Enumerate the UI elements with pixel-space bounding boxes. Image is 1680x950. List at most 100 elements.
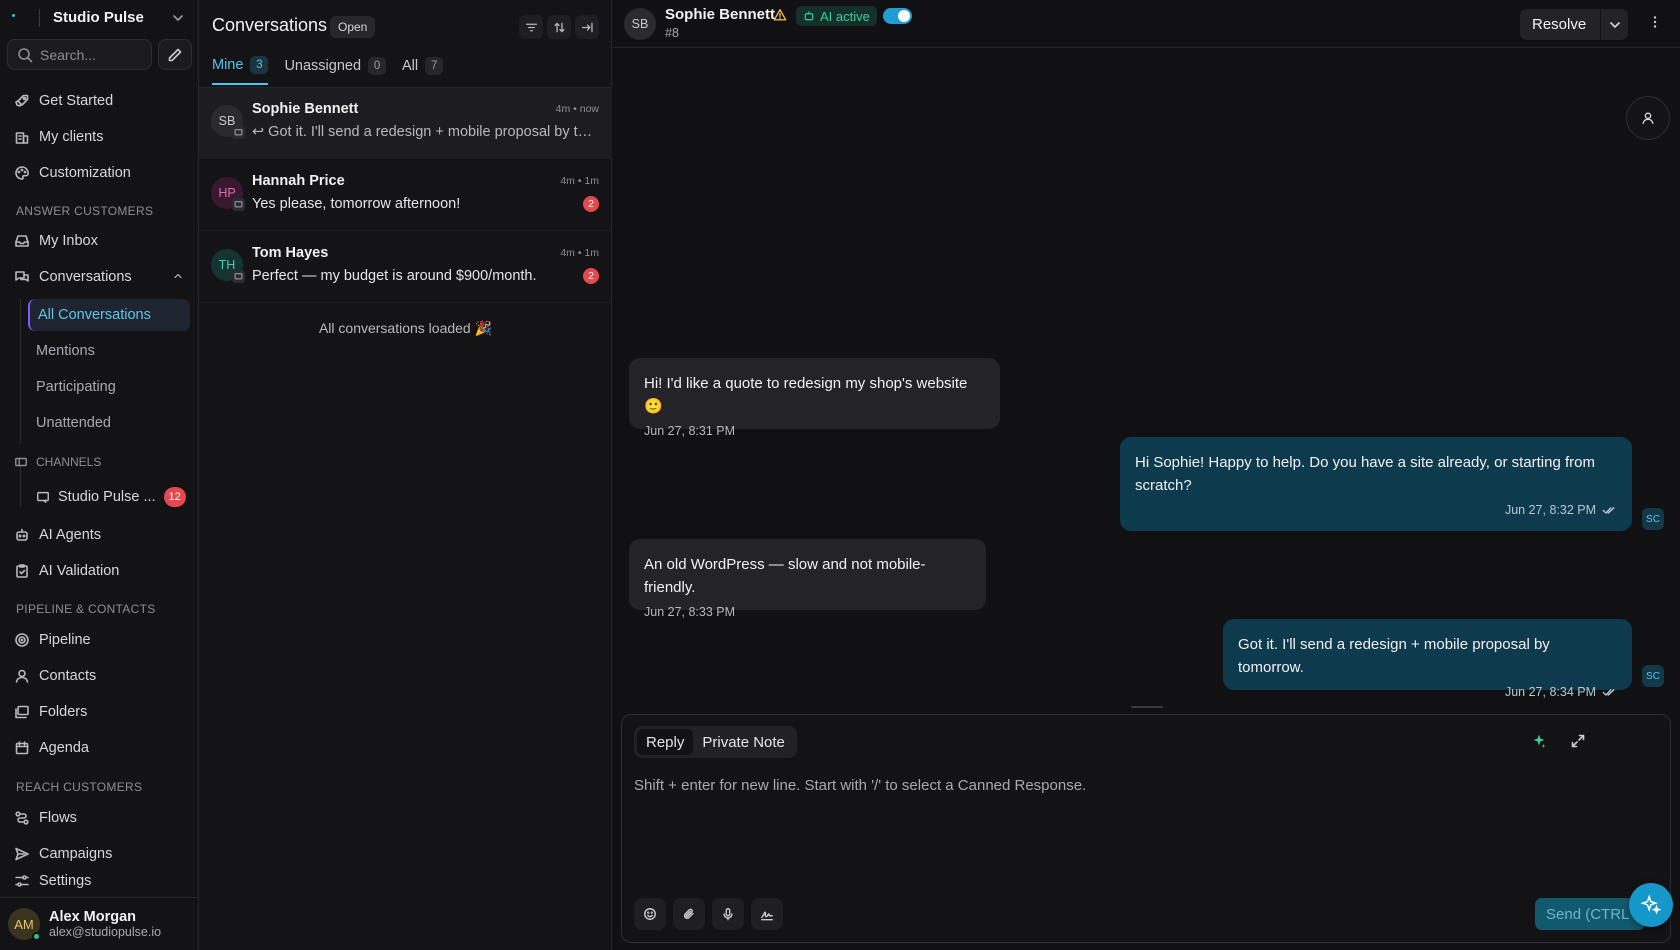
filter-button[interactable]: [519, 15, 543, 39]
nav-mentions[interactable]: Mentions: [28, 335, 190, 367]
conversation-item-hannah-price[interactable]: HP Hannah Price 4m • 1m Yes please, tomo…: [199, 160, 612, 231]
conversation-id: #8: [665, 26, 679, 40]
message-text: Hi Sophie! Happy to help. Do you have a …: [1135, 454, 1595, 494]
toggle-knob: [898, 10, 910, 22]
section-reach-customers: REACH CUSTOMERS: [16, 780, 143, 794]
section-channels: CHANNELS: [14, 447, 101, 477]
nav-contacts[interactable]: Contacts: [14, 661, 96, 691]
nav-ai-validation[interactable]: AI Validation: [14, 556, 119, 586]
message-incoming: An old WordPress — slow and not mobile-f…: [629, 539, 986, 619]
clipboard-check-icon: [14, 563, 30, 579]
nav-my-clients[interactable]: My clients: [14, 122, 103, 152]
tab-mine[interactable]: Mine 3: [212, 56, 269, 85]
private-note-option[interactable]: Private Note: [693, 729, 794, 755]
nav-label: Pipeline: [39, 632, 91, 648]
chevron-down-icon[interactable]: [1607, 17, 1623, 33]
robot-icon: [14, 527, 30, 543]
avatar[interactable]: SB: [624, 8, 656, 40]
ai-toggle[interactable]: [883, 8, 912, 24]
target-icon: [14, 632, 30, 648]
section-label: CHANNELS: [36, 455, 102, 469]
double-check-icon: [1602, 503, 1616, 517]
nav-campaigns[interactable]: Campaigns: [14, 839, 112, 869]
nav-settings[interactable]: Settings: [14, 866, 91, 896]
message-timestamp: Jun 27, 8:34 PM: [1504, 685, 1596, 699]
nav-unattended[interactable]: Unattended: [28, 407, 190, 439]
search-input[interactable]: [40, 46, 140, 63]
reply-mode-option[interactable]: Reply: [637, 729, 694, 755]
section-answer-customers: ANSWER CUSTOMERS: [16, 204, 154, 218]
contact-name: Sophie Bennett: [252, 101, 359, 117]
nav-all-conversations[interactable]: All Conversations: [28, 299, 190, 331]
workspace-logo-icon: [12, 14, 15, 17]
emoji-button[interactable]: [634, 898, 666, 930]
sort-button[interactable]: [547, 15, 571, 39]
tab-count-badge: 0: [368, 57, 387, 75]
signature-button[interactable]: [751, 898, 783, 930]
expand-icon[interactable]: [1570, 733, 1586, 749]
conversation-tabs: Mine 3 Unassigned 0 All 7: [212, 56, 444, 85]
channels-icon: [14, 455, 28, 469]
nav-conversations[interactable]: Conversations: [14, 262, 132, 292]
nav-pipeline[interactable]: Pipeline: [14, 625, 91, 655]
nav-ai-agents[interactable]: AI Agents: [14, 520, 101, 550]
message-input[interactable]: [634, 777, 1654, 877]
message-preview: Yes please, tomorrow afternoon!: [252, 196, 461, 212]
resolve-button[interactable]: Resolve: [1520, 9, 1628, 40]
nav-folders[interactable]: Folders: [14, 697, 87, 727]
tab-unassigned[interactable]: Unassigned 0: [284, 56, 387, 85]
nav-label: AI Validation: [39, 563, 120, 579]
message-text: An old WordPress — slow and not mobile-f…: [644, 556, 926, 596]
user-name: Alex Morgan: [49, 909, 137, 925]
contact-name[interactable]: Sophie Bennett: [665, 6, 775, 23]
chat-widget-icon: [232, 198, 245, 211]
compose-button[interactable]: [158, 39, 192, 70]
message-incoming: Hi! I'd like a quote to redesign my shop…: [629, 358, 1000, 438]
conversation-item-tom-hayes[interactable]: TH Tom Hayes 4m • 1m Perfect — my budget…: [199, 232, 612, 303]
reply-composer: Reply Private Note Shift + enter for new…: [621, 714, 1671, 943]
tab-label: All: [402, 58, 419, 74]
resolve-label: Resolve: [1532, 16, 1587, 33]
tab-all[interactable]: All 7: [402, 56, 444, 85]
microphone-icon: [721, 907, 735, 921]
attach-button[interactable]: [673, 898, 705, 930]
online-status-dot: [32, 932, 41, 941]
nav-agenda[interactable]: Agenda: [14, 733, 89, 763]
user-email: alex@studiopulse.io: [49, 925, 162, 939]
nav-flows[interactable]: Flows: [14, 803, 77, 833]
channel-studio-pulse[interactable]: Studio Pulse ... 12: [36, 482, 188, 512]
collapse-panel-button[interactable]: [575, 15, 599, 39]
workspace-name: Studio Pulse: [53, 9, 144, 26]
more-options-button[interactable]: [1647, 14, 1663, 30]
nav-get-started[interactable]: Get Started: [14, 86, 113, 116]
nav-participating[interactable]: Participating: [28, 371, 190, 403]
chevron-up-icon[interactable]: [172, 270, 184, 282]
nav-customization[interactable]: Customization: [14, 158, 131, 188]
nav-label: Flows: [39, 810, 77, 826]
double-check-icon: [1602, 685, 1616, 699]
ai-assist-button[interactable]: [1531, 733, 1547, 749]
avatar-initials: SB: [631, 17, 649, 31]
avatar: TH: [211, 249, 245, 283]
avatar: HP: [211, 177, 245, 211]
chat-widget-icon: [232, 126, 245, 139]
emoji-icon: [643, 907, 657, 921]
message-text: Hi! I'd like a quote to redesign my shop…: [644, 375, 968, 415]
status-filter-badge[interactable]: Open: [330, 16, 376, 38]
pencil-icon: [167, 47, 183, 63]
warning-icon[interactable]: [773, 8, 787, 22]
contact-details-button[interactable]: [1626, 96, 1670, 140]
search-box[interactable]: [7, 39, 152, 70]
voice-note-button[interactable]: [712, 898, 744, 930]
user-profile[interactable]: AM Alex Morgan alex@studiopulse.io: [0, 897, 199, 950]
workspace-switcher[interactable]: Studio Pulse: [0, 0, 199, 38]
nav-my-inbox[interactable]: My Inbox: [14, 226, 98, 256]
tab-label: Unassigned: [284, 58, 362, 74]
tab-label: Mine: [212, 57, 244, 73]
nav-label: Get Started: [39, 93, 114, 109]
conversation-item-sophie-bennett[interactable]: SB Sophie Bennett 4m • now ↩ Got it. I'l…: [199, 88, 612, 159]
nav-label: Campaigns: [39, 846, 113, 862]
resize-handle[interactable]: [1131, 706, 1163, 708]
ai-copilot-button[interactable]: [1629, 883, 1673, 927]
rocket-icon: [14, 93, 30, 109]
